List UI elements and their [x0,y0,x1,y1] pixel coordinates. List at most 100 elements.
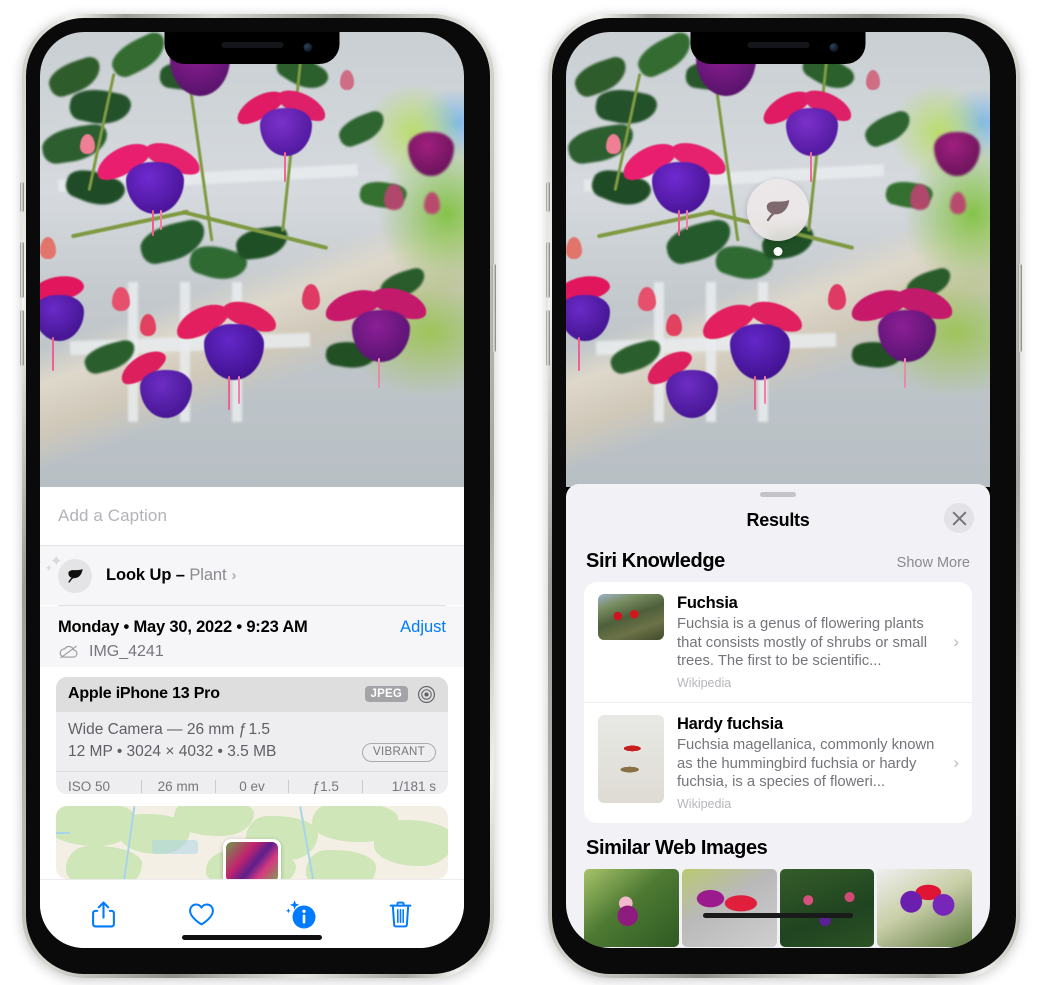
photo-metadata: Monday • May 30, 2022 • 9:23 AM Adjust I… [40,605,464,667]
look-up-subject: Plant [189,566,227,585]
flower-bud [606,134,621,154]
siri-knowledge-title: Siri Knowledge [586,550,725,572]
flower-bud [140,314,156,336]
icloud-slash-icon [59,645,78,659]
home-indicator[interactable] [182,935,322,940]
caption-placeholder: Add a Caption [58,506,168,526]
flower-bud [566,237,582,259]
map-pin-thumbnail [226,842,278,880]
format-badge: JPEG [364,686,408,703]
volume-up-button[interactable] [546,242,550,298]
delete-button[interactable] [386,899,416,929]
flower-bud [950,192,966,214]
photo-filename: IMG_4241 [89,642,164,660]
flower-bud [384,184,404,210]
location-map[interactable] [56,805,448,880]
exif-aperture: ƒ1.5 [312,778,339,794]
mute-switch[interactable] [546,182,550,212]
look-up-text: Look Up – [106,566,185,585]
front-camera [303,43,313,52]
exif-focal: 26 mm [157,778,199,794]
home-indicator[interactable] [703,913,853,918]
visual-look-up-badge[interactable] [747,179,809,256]
favorite-button[interactable] [187,899,217,929]
knowledge-title: Fuchsia [677,594,738,612]
earpiece-speaker [221,42,283,48]
device-notch [164,32,340,64]
flower-bud [40,237,56,259]
mute-switch[interactable] [20,182,24,212]
trash-icon [389,901,412,927]
adjust-button[interactable]: Adjust [400,618,446,637]
close-button[interactable] [944,503,974,533]
share-icon [91,901,115,928]
photo-image[interactable] [566,32,990,487]
camera-card-header: Apple iPhone 13 Pro JPEG [56,676,448,712]
leaf-icon [766,200,790,222]
sheet-header: Results [566,497,990,543]
knowledge-source: Wikipedia [677,675,732,690]
iphone-left-device: Add a Caption ✦ ✦ Look Up – Plant › Mond… [20,14,496,978]
device-notch [690,32,866,64]
info-button[interactable] [285,898,317,930]
aperture-icon [418,685,435,703]
iphone-right-device: Results Siri Knowledge Show More Fuchsia… [546,14,1022,978]
siri-knowledge-card: Fuchsia Fuchsia is a genus of flowering … [584,582,972,823]
sparkle-icon: ✦ [45,562,53,573]
photographic-style-badge: VIBRANT [362,742,436,762]
camera-specs: 12 MP • 3024 × 4032 • 3.5 MB [68,743,277,761]
look-up-bubble[interactable] [747,179,809,241]
show-more-button[interactable]: Show More [897,555,970,571]
web-image-4[interactable] [877,868,972,947]
similar-web-images-row[interactable] [566,868,990,947]
photo-info-panel: Add a Caption ✦ ✦ Look Up – Plant › Mond… [40,487,464,948]
chevron-right-icon: › [953,752,959,772]
knowledge-item-hardy-fuchsia[interactable]: Hardy fuchsia Fuchsia magellanica, commo… [584,701,972,823]
photo-date: Monday • May 30, 2022 • 9:23 AM [58,617,308,636]
similar-web-images-title: Similar Web Images [586,836,768,859]
camera-lens: Wide Camera — 26 mm ƒ 1.5 [68,720,270,738]
exif-iso: ISO 50 [68,778,111,794]
flower-bud [112,287,130,311]
look-up-row[interactable]: ✦ ✦ Look Up – Plant › [40,546,464,605]
flower-bud [910,184,930,210]
chevron-right-icon: › [953,631,959,651]
camera-info-card[interactable]: Apple iPhone 13 Pro JPEG Wide Camera — 2… [56,676,448,794]
knowledge-thumbnail [598,594,664,640]
volume-down-button[interactable] [546,310,550,366]
camera-card-body: Wide Camera — 26 mm ƒ 1.5 12 MP • 3024 ×… [56,711,448,771]
look-up-label: Look Up – Plant › [106,566,236,585]
map-photo-pin[interactable] [223,839,281,880]
leaf-icon-circle: ✦ ✦ [45,553,92,593]
photo-image[interactable] [40,32,464,487]
results-sheet: Results Siri Knowledge Show More Fuchsia… [566,484,990,948]
volume-up-button[interactable] [20,242,24,298]
flower-bud [638,287,656,311]
web-image-1[interactable] [584,868,679,947]
info-sparkle-icon [286,900,316,929]
share-button[interactable] [88,899,118,929]
web-image-2[interactable] [681,868,777,947]
flower-bud [80,134,95,154]
flower-bud [302,284,320,310]
volume-down-button[interactable] [20,310,24,366]
web-image-3[interactable] [779,868,875,947]
right-screen: Results Siri Knowledge Show More Fuchsia… [566,32,990,948]
knowledge-item-fuchsia[interactable]: Fuchsia Fuchsia is a genus of flowering … [584,582,972,702]
chevron-right-icon: › [231,567,237,585]
exif-ev: 0 ev [239,778,265,794]
front-camera [829,43,839,52]
close-icon [952,511,966,525]
look-up-anchor-dot [773,247,783,256]
knowledge-title: Hardy fuchsia [677,714,783,733]
knowledge-source: Wikipedia [677,796,732,811]
flower-bud [828,284,846,310]
camera-model: Apple iPhone 13 Pro [68,685,220,703]
similar-web-images-header: Similar Web Images [566,823,990,866]
caption-field[interactable]: Add a Caption [40,487,464,547]
power-button[interactable] [1018,264,1022,352]
leaf-icon [67,569,83,583]
heart-icon [189,903,215,925]
exif-row: ISO 50 26 mm 0 ev ƒ1.5 1/181 s [56,770,448,794]
power-button[interactable] [492,264,496,352]
